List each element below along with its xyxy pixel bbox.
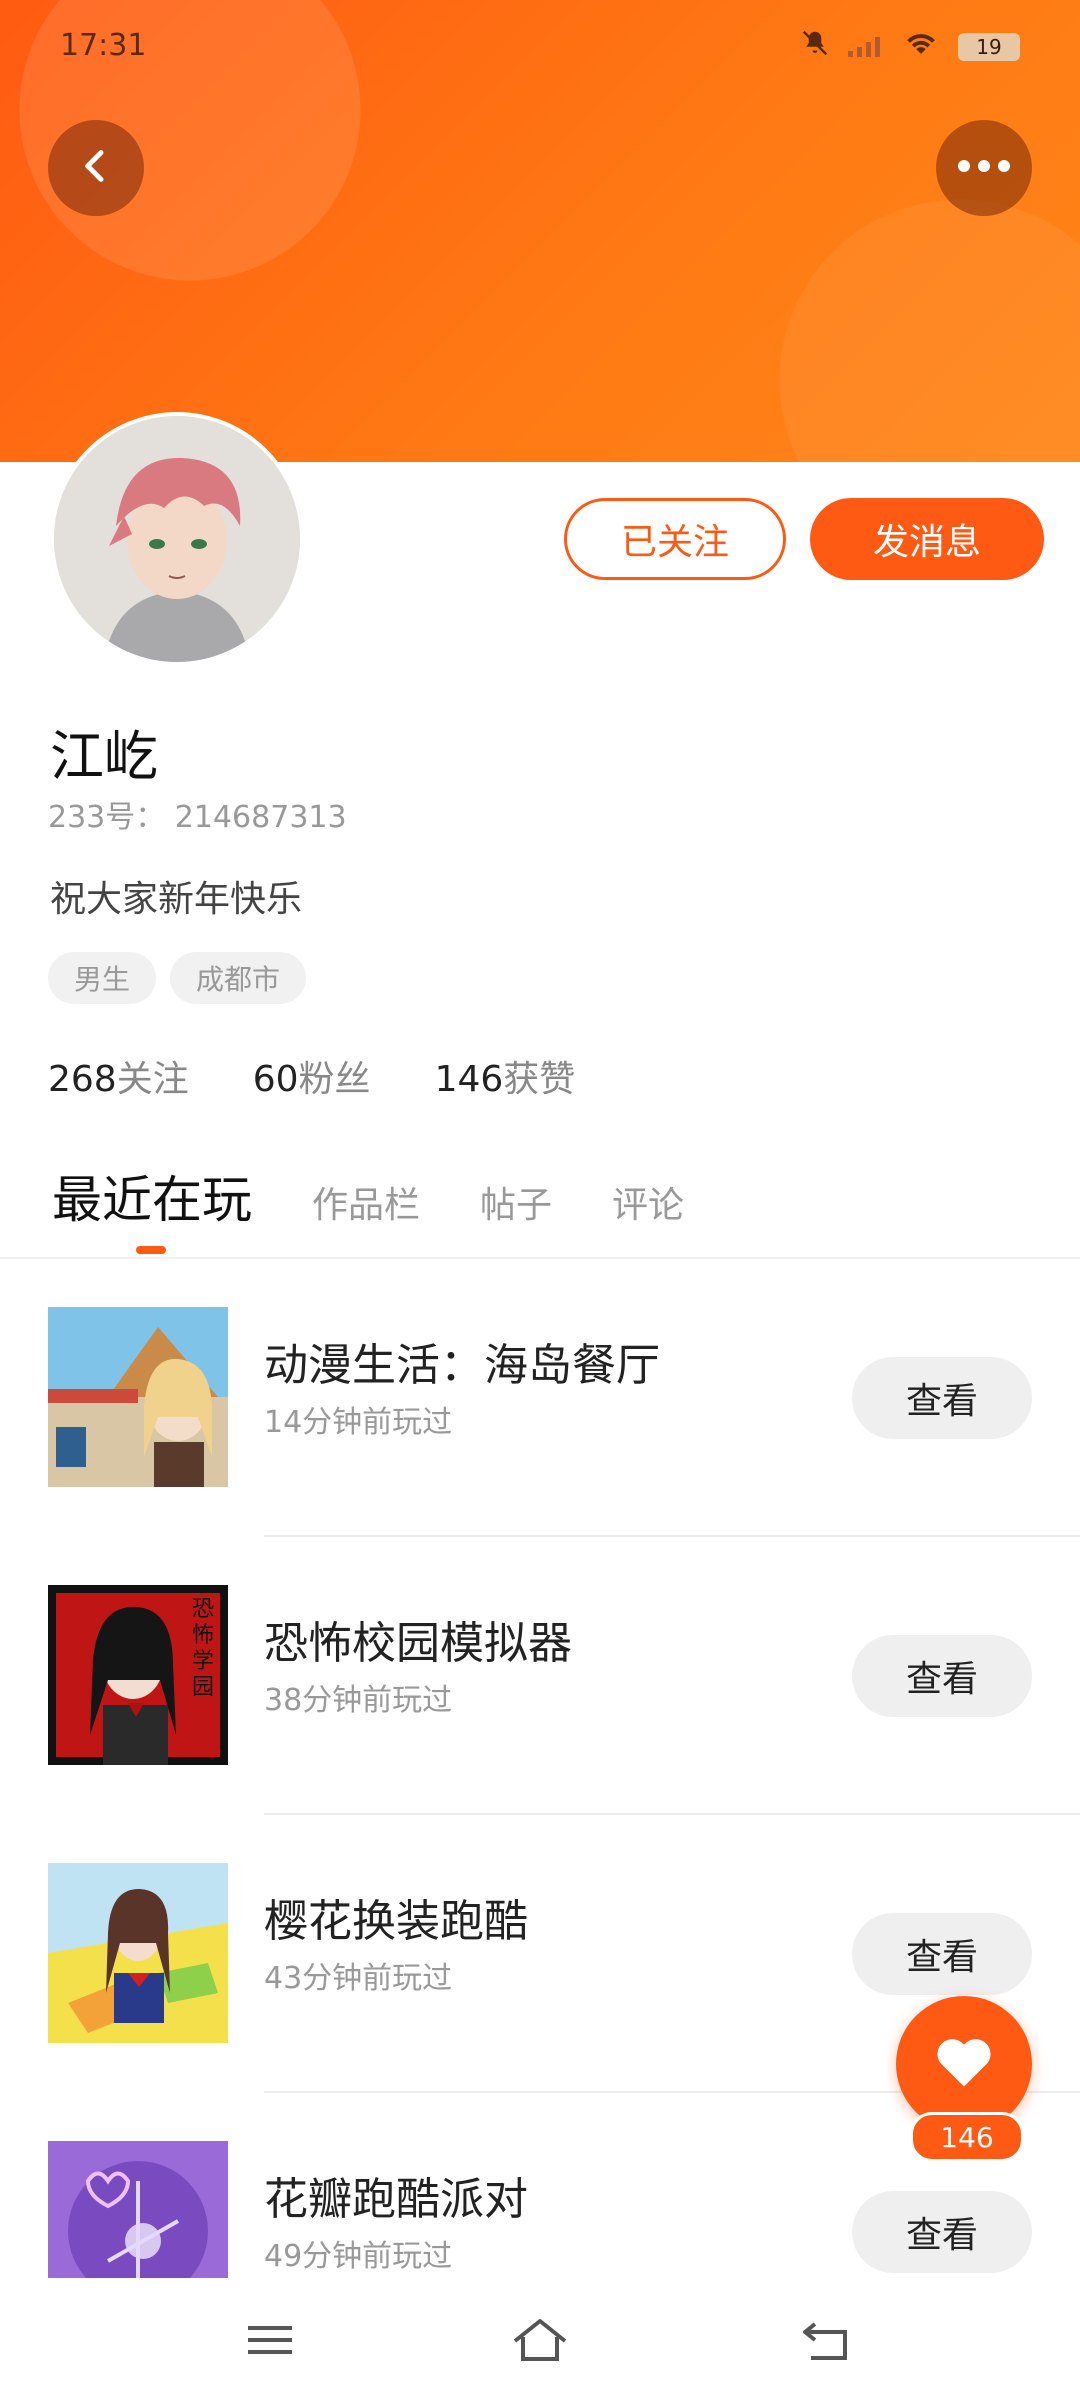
stat-fans[interactable]: 60粉丝	[253, 1050, 371, 1102]
stat-following-count: 268	[48, 1059, 117, 1100]
home-icon	[511, 2317, 569, 2367]
tab-comments[interactable]: 评论	[612, 1176, 684, 1228]
game-title: 樱花换装跑酷	[264, 1896, 528, 1947]
status-icons: 19	[800, 28, 1020, 66]
game-title: 动漫生活：海岛餐厅	[264, 1340, 660, 1391]
stat-following-label: 关注	[116, 1059, 189, 1100]
game-played-time: 49分钟前玩过	[264, 2239, 453, 2274]
battery-icon: 19	[958, 33, 1020, 61]
stat-likes-count: 146	[434, 1059, 504, 1100]
avatar[interactable]	[50, 412, 304, 666]
wifi-icon	[902, 29, 940, 65]
view-button[interactable]: 查看	[852, 1635, 1032, 1717]
game-played-time: 14分钟前玩过	[264, 1405, 453, 1440]
like-count: 146	[910, 2112, 1024, 2162]
more-dots-icon	[956, 158, 1012, 178]
tab-works[interactable]: 作品栏	[312, 1176, 420, 1228]
system-nav-bar	[0, 2278, 1080, 2404]
view-button[interactable]: 查看	[852, 1913, 1032, 1995]
profile-id: 233号： 214687313	[48, 800, 347, 835]
game-thumbnail	[48, 1863, 228, 2043]
back-arrow-icon	[76, 146, 116, 190]
more-button[interactable]	[936, 120, 1032, 216]
status-bar: 17:31 19	[60, 28, 1020, 68]
tab-recently-played[interactable]: 最近在玩	[52, 1160, 252, 1232]
game-thumbnail: 恐怖学园	[48, 1585, 228, 1765]
list-item[interactable]: 恐怖学园 恐怖校园模拟器 38分钟前玩过 查看	[0, 1537, 1080, 1815]
profile-tags: 男生 成都市	[48, 952, 307, 1004]
game-thumbnail	[48, 2141, 228, 2278]
stat-likes-label: 获赞	[503, 1059, 576, 1100]
nav-back-button[interactable]	[796, 2314, 856, 2370]
send-message-button[interactable]: 发消息	[810, 498, 1044, 580]
game-title: 花瓣跑酷派对	[264, 2174, 528, 2225]
profile-tabs: 最近在玩 作品栏 帖子 评论	[52, 1160, 684, 1232]
menu-icon	[246, 2320, 294, 2364]
stat-likes[interactable]: 146获赞	[435, 1050, 576, 1102]
tag-city: 成都市	[170, 952, 307, 1004]
profile-banner: 17:31 19	[0, 0, 1080, 462]
avatar-image	[54, 416, 300, 662]
return-icon	[801, 2318, 851, 2366]
view-button[interactable]: 查看	[852, 1357, 1032, 1439]
game-thumbnail-caption: 恐怖学园	[192, 1597, 215, 1700]
game-thumbnail	[48, 1307, 228, 1487]
tag-gender: 男生	[48, 952, 157, 1004]
profile-stats: 268关注 60粉丝 146获赞	[48, 1050, 575, 1102]
stat-fans-count: 60	[252, 1059, 299, 1100]
stat-fans-label: 粉丝	[298, 1059, 371, 1100]
nav-home-button[interactable]	[510, 2314, 570, 2370]
game-played-time: 38分钟前玩过	[264, 1683, 453, 1718]
game-played-time: 43分钟前玩过	[264, 1961, 453, 1996]
profile-name: 江屹	[50, 725, 158, 788]
followed-button[interactable]: 已关注	[564, 498, 786, 580]
nav-menu-button[interactable]	[240, 2314, 300, 2370]
back-button[interactable]	[48, 120, 144, 216]
status-time: 17:31	[60, 28, 147, 63]
list-item[interactable]: 动漫生活：海岛餐厅 14分钟前玩过 查看	[0, 1259, 1080, 1537]
heart-icon	[934, 2035, 994, 2093]
mute-bell-icon	[800, 28, 830, 66]
game-title: 恐怖校园模拟器	[264, 1618, 572, 1669]
tab-active-indicator	[136, 1246, 166, 1254]
tab-posts[interactable]: 帖子	[480, 1176, 552, 1228]
signal-icon	[848, 30, 884, 65]
stat-following[interactable]: 268关注	[48, 1050, 189, 1102]
view-button[interactable]: 查看	[852, 2191, 1032, 2273]
profile-bio: 祝大家新年快乐	[50, 879, 303, 920]
